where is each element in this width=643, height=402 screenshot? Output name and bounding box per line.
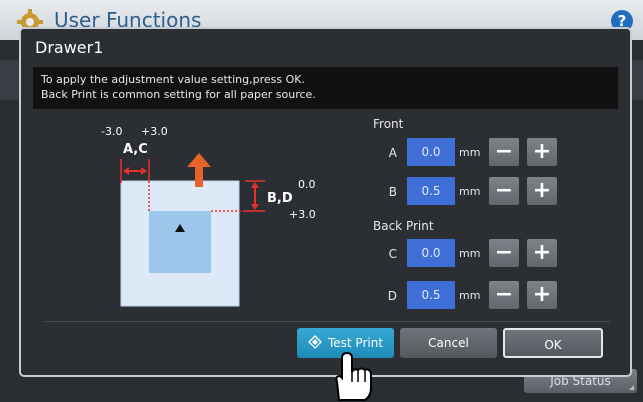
- dialog-title: Drawer1: [35, 38, 104, 57]
- back-print-section-label: Back Print: [373, 219, 434, 233]
- pointing-hand-icon: [335, 352, 372, 401]
- value-field-b[interactable]: 0.5: [407, 177, 455, 205]
- value-field-c[interactable]: 0.0: [407, 239, 455, 267]
- front-section-label: Front: [373, 117, 404, 131]
- row-label-c: C: [388, 247, 397, 261]
- decrement-b-button[interactable]: −: [489, 177, 519, 205]
- unit-d: mm: [459, 289, 481, 302]
- divider: [45, 321, 610, 322]
- info-line-2: Back Print is common setting for all pap…: [41, 88, 316, 101]
- adjustment-diagram: -3.0 +3.0 A,C B,D 0.0 +3.0: [81, 121, 341, 321]
- unit-a: mm: [459, 146, 481, 159]
- increment-d-button[interactable]: +: [527, 281, 557, 309]
- value-field-d[interactable]: 0.5: [407, 281, 455, 309]
- value-field-a[interactable]: 0.0: [407, 138, 455, 166]
- info-message: To apply the adjustment value setting,pr…: [33, 67, 618, 109]
- image-area: [149, 211, 211, 273]
- info-line-1: To apply the adjustment value setting,pr…: [41, 73, 305, 86]
- cancel-button[interactable]: Cancel: [400, 328, 497, 358]
- decrement-d-button[interactable]: −: [489, 281, 519, 309]
- test-print-label: Test Print: [327, 336, 384, 350]
- row-label-d: D: [387, 289, 397, 303]
- diamond-icon: [308, 335, 322, 349]
- paper-diagram: [120, 153, 265, 307]
- increment-c-button[interactable]: +: [527, 239, 557, 267]
- row-label-a: A: [388, 146, 397, 160]
- drawer-adjust-dialog: Drawer1 To apply the adjustment value se…: [19, 27, 632, 377]
- increment-a-button[interactable]: +: [527, 138, 557, 166]
- decrement-a-button[interactable]: −: [489, 138, 519, 166]
- increment-b-button[interactable]: +: [527, 177, 557, 205]
- decrement-c-button[interactable]: −: [489, 239, 519, 267]
- row-label-b: B: [388, 185, 397, 199]
- unit-b: mm: [459, 185, 481, 198]
- ok-button[interactable]: OK: [503, 328, 603, 358]
- unit-c: mm: [459, 247, 481, 260]
